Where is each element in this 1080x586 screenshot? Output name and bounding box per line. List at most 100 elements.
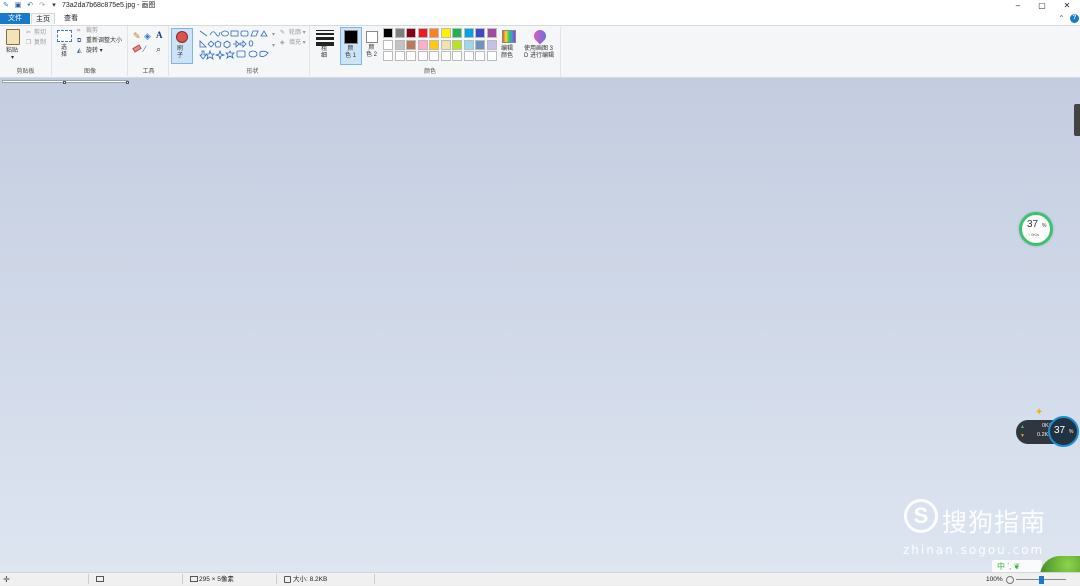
rotate-icon: ◭ <box>77 48 82 54</box>
palette-color-swatch[interactable] <box>452 51 462 61</box>
help-icon[interactable]: ? <box>1070 14 1079 23</box>
palette-color-swatch[interactable] <box>475 51 485 61</box>
quick-access-toolbar: ✎ ▣ ↶ ↷ ▾ <box>2 1 58 11</box>
palette-color-swatch[interactable] <box>486 39 497 50</box>
cpu-usage-widget[interactable]: 37 % <box>1048 416 1079 447</box>
palette-color-swatch[interactable] <box>429 51 439 61</box>
palette-color-swatch[interactable] <box>417 39 428 50</box>
shapes-scroll-down-icon[interactable]: ▾ <box>272 31 275 39</box>
upload-icon: ▲ <box>1020 424 1025 430</box>
zoom-slider-thumb[interactable] <box>1039 576 1044 584</box>
palette-color-swatch[interactable] <box>417 28 428 38</box>
color1-button[interactable]: 颜 色 1 <box>340 27 362 65</box>
palette-color-swatch[interactable] <box>440 39 451 50</box>
rotate-button[interactable]: 旋转 ▾ <box>86 47 103 55</box>
tab-view[interactable]: 查看 <box>64 13 78 24</box>
paint3d-button[interactable]: 使用画图 3 D 进行编辑 <box>521 27 559 64</box>
tab-home[interactable]: 主页 <box>31 13 55 24</box>
status-bar <box>0 572 1080 586</box>
palette-color-swatch[interactable] <box>394 39 405 50</box>
crop-icon: ⌗ <box>77 28 81 34</box>
image-dimensions: 295 × 5像素 <box>199 576 234 583</box>
palette-color-swatch[interactable] <box>406 39 416 50</box>
outline-dropdown[interactable]: 轮廓 ▾ <box>289 29 306 37</box>
tools-group-label: 工具 <box>142 69 155 75</box>
sogou-logo-icon: S <box>904 499 938 533</box>
memory-usage-widget[interactable]: 37 % ↑ 0K/s <box>1019 212 1053 246</box>
palette-color-swatch[interactable] <box>475 39 485 50</box>
paint3d-icon <box>531 27 549 45</box>
undo-icon[interactable]: ↶ <box>26 2 34 10</box>
cursor-position-icon: ✛ <box>3 575 10 584</box>
palette-color-swatch[interactable] <box>463 28 474 38</box>
side-panel-tab[interactable] <box>1074 104 1080 136</box>
redo-icon[interactable]: ↷ <box>38 2 46 10</box>
palette-color-swatch[interactable] <box>440 51 451 61</box>
palette-color-swatch[interactable] <box>452 28 462 38</box>
brush-button[interactable]: 刷 子 <box>171 28 193 64</box>
palette-color-swatch[interactable] <box>440 28 451 38</box>
text-icon[interactable]: A <box>156 30 163 40</box>
palette-color-swatch[interactable] <box>463 51 474 61</box>
save-icon[interactable]: ▣ <box>14 2 22 10</box>
select-icon[interactable] <box>57 30 72 42</box>
crop-button[interactable]: 裁剪 <box>86 27 98 35</box>
color2-button[interactable]: 颜 色 2 <box>363 27 383 65</box>
download-icon: ▼ <box>1020 433 1025 439</box>
image-size-icon <box>190 576 198 582</box>
fill-dropdown[interactable]: 填充 ▾ <box>289 39 306 47</box>
cut-icon: ✂ <box>26 30 32 36</box>
color1-swatch <box>344 30 358 44</box>
palette-color-swatch[interactable] <box>429 28 439 38</box>
palette-color-swatch[interactable] <box>383 28 393 38</box>
close-button[interactable]: ✕ <box>1055 0 1079 12</box>
palette-color-swatch[interactable] <box>394 28 405 38</box>
edit-colors-button[interactable]: 编辑 颜色 <box>500 28 518 64</box>
color-picker-icon[interactable]: ⁄ <box>144 44 146 54</box>
status-separator <box>88 574 89 584</box>
palette-color-swatch[interactable] <box>417 51 428 61</box>
color-palette <box>383 28 499 62</box>
maximize-button[interactable]: ▢ <box>1030 0 1054 12</box>
resize-handle-corner[interactable] <box>126 81 129 84</box>
palette-color-swatch[interactable] <box>475 28 485 38</box>
minimize-button[interactable]: – <box>1006 0 1030 12</box>
ribbon-divider <box>560 27 561 77</box>
paste-icon[interactable] <box>6 29 20 45</box>
pencil-icon[interactable]: ✎ <box>133 31 141 42</box>
size-button[interactable]: 粗 细 <box>313 28 337 64</box>
magnifier-icon[interactable]: ⌕ <box>156 44 161 55</box>
palette-color-swatch[interactable] <box>452 39 462 50</box>
palette-color-swatch[interactable] <box>429 39 439 50</box>
paste-dropdown-icon[interactable]: ▾ <box>11 54 14 62</box>
shapes-group: ▾ ▾ ✎ 轮廓 ▾ ◈ 填充 ▾ 形状 <box>196 26 310 76</box>
palette-color-swatch[interactable] <box>486 51 497 61</box>
palette-color-swatch[interactable] <box>383 39 393 50</box>
palette-color-swatch[interactable] <box>486 28 497 38</box>
customize-quick-access-icon[interactable]: ▾ <box>50 2 58 10</box>
cut-button[interactable]: 剪切 <box>34 29 46 37</box>
size-label: 粗 细 <box>321 46 328 59</box>
window-title: 73a2da7b68c875e5.jpg - 画图 <box>62 2 156 9</box>
fill-icon[interactable]: ◈ <box>144 31 151 42</box>
collapse-ribbon-icon[interactable]: ⌃ <box>1058 14 1065 23</box>
resize-handle-bottom[interactable] <box>63 81 66 84</box>
palette-color-swatch[interactable] <box>406 51 416 61</box>
shapes-scroll-more-icon[interactable]: ▾ <box>272 42 275 50</box>
palette-color-swatch[interactable] <box>463 39 474 50</box>
shapes-gallery[interactable] <box>198 29 274 61</box>
zoom-out-icon[interactable] <box>1006 576 1014 584</box>
palette-color-swatch[interactable] <box>406 28 416 38</box>
outline-icon: ✎ <box>280 30 286 36</box>
watermark-brand: 搜狗指南 <box>942 509 1047 537</box>
canvas-area[interactable] <box>0 78 1080 572</box>
palette-color-swatch[interactable] <box>394 51 405 61</box>
copy-button[interactable]: 复制 <box>34 39 46 47</box>
select-button[interactable]: 选 择 <box>61 45 67 59</box>
resize-button[interactable]: 重新调整大小 <box>86 37 122 45</box>
brush-label: 刷 子 <box>177 46 184 59</box>
eraser-icon[interactable] <box>132 44 142 53</box>
palette-color-swatch[interactable] <box>383 51 393 61</box>
file-menu-tab[interactable]: 文件 <box>0 13 30 24</box>
cpu-percent-unit: % <box>1069 429 1074 435</box>
